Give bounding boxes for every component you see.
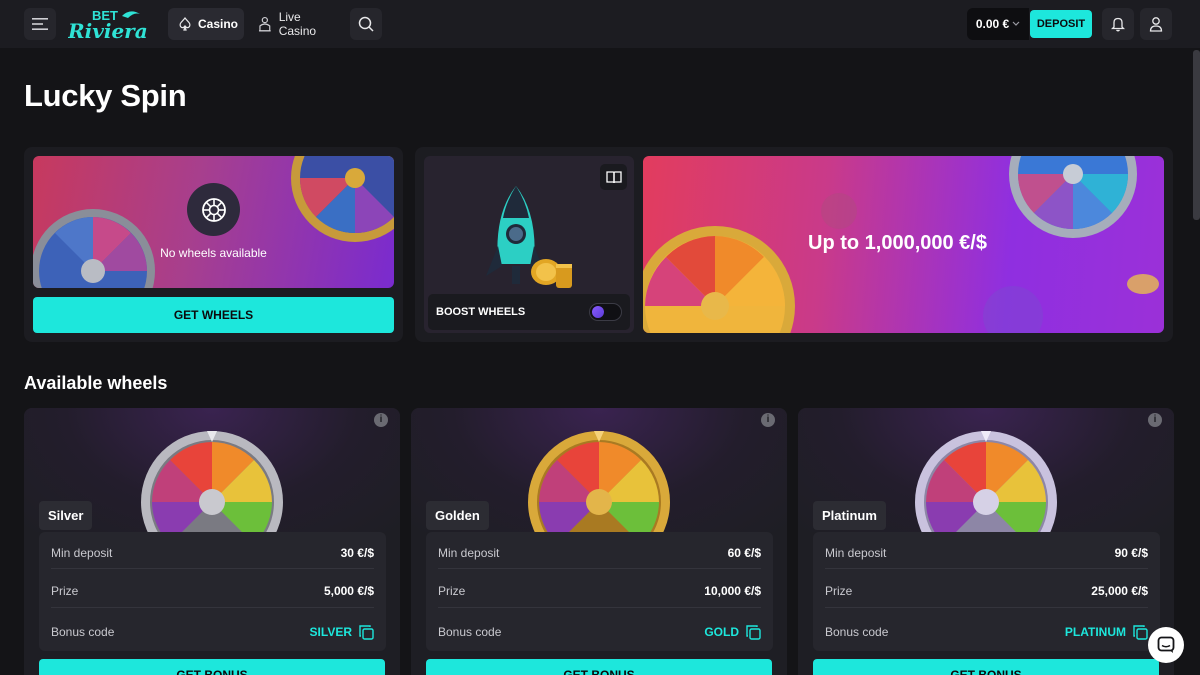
min-deposit-label: Min deposit — [438, 546, 500, 560]
betriviera-logo[interactable]: BET Riviera — [67, 6, 152, 43]
promo-headline: Up to 1,000,000 €/$ — [808, 232, 987, 254]
copy-icon — [746, 624, 761, 640]
dealer-icon — [258, 16, 271, 32]
copy-bonus-code[interactable]: PLATINUM — [1064, 624, 1148, 640]
get-bonus-button[interactable]: GET BONUS — [426, 659, 772, 675]
prize-label: Prize — [825, 584, 853, 598]
prize-value: 25,000 €/$ — [1091, 584, 1148, 598]
wheel-card-golden: i Golden Min deposit 60 €/$ Prize 10,000… — [411, 408, 787, 675]
prize-value: 5,000 €/$ — [323, 584, 374, 598]
profile-button[interactable] — [1140, 8, 1172, 40]
chat-icon — [1157, 636, 1175, 653]
tier-badge: Silver — [39, 501, 93, 530]
svg-text:Riviera: Riviera — [68, 19, 148, 42]
min-deposit-row: Min deposit 60 €/$ — [438, 543, 761, 563]
wheel-details: Min deposit 60 €/$ Prize 10,000 €/$ Bonu… — [426, 532, 773, 651]
book-icon — [605, 171, 622, 184]
min-deposit-value: 30 €/$ — [340, 546, 374, 560]
prize-row: Prize 25,000 €/$ — [825, 581, 1148, 601]
get-bonus-button[interactable]: GET BONUS — [813, 659, 1159, 675]
min-deposit-label: Min deposit — [825, 546, 887, 560]
page-scrollbar[interactable] — [1193, 50, 1200, 220]
page-title: Lucky Spin — [24, 78, 187, 113]
wheel-card-platinum: i Platinum Min deposit 90 €/$ Prize 25,0… — [798, 408, 1174, 675]
info-icon[interactable]: i — [374, 413, 388, 427]
bonus-code-label: Bonus code — [438, 625, 502, 639]
prize-label: Prize — [51, 584, 79, 598]
copy-bonus-code[interactable]: GOLD — [704, 624, 761, 640]
prize-label: Prize — [438, 584, 466, 598]
bonus-code-label: Bonus code — [825, 625, 889, 639]
tier-badge: Platinum — [813, 501, 886, 530]
spade-icon — [179, 17, 191, 31]
notifications-button[interactable] — [1102, 8, 1134, 40]
nav-live-casino-label: Live Casino — [278, 10, 317, 38]
bonus-code-row: Bonus code SILVER — [51, 622, 374, 642]
chevron-down-icon — [1012, 21, 1020, 26]
nav-casino-label: Casino — [198, 17, 239, 31]
copy-bonus-code[interactable]: SILVER — [309, 624, 374, 640]
hamburger-icon — [32, 18, 48, 30]
boost-wheels-toggle[interactable] — [589, 303, 622, 321]
available-wheels-title: Available wheels — [24, 373, 168, 393]
copy-icon — [1133, 624, 1148, 640]
platinum-wheel-image — [914, 430, 1058, 532]
copy-icon — [359, 624, 374, 640]
nav-casino[interactable]: Casino — [168, 8, 244, 40]
prize-value: 10,000 €/$ — [704, 584, 761, 598]
user-icon — [1149, 17, 1163, 32]
no-wheels-text: No wheels available — [160, 246, 267, 260]
balance-value: 0.00 € — [975, 17, 1010, 31]
wheel-icon — [201, 197, 226, 222]
tier-badge: Golden — [426, 501, 489, 530]
info-icon[interactable]: i — [761, 413, 775, 427]
search-icon — [358, 16, 374, 32]
bonus-code-label: Bonus code — [51, 625, 115, 639]
wheel-details: Min deposit 90 €/$ Prize 25,000 €/$ Bonu… — [813, 532, 1160, 651]
prize-row: Prize 10,000 €/$ — [438, 581, 761, 601]
bell-icon — [1111, 17, 1125, 32]
nav-live-casino[interactable]: Live Casino — [256, 8, 340, 40]
live-chat-button[interactable] — [1148, 627, 1184, 663]
get-wheels-button[interactable]: GET WHEELS — [33, 297, 394, 333]
wheel-icon-badge — [187, 183, 240, 236]
rules-button[interactable] — [600, 164, 627, 190]
info-icon[interactable]: i — [1148, 413, 1162, 427]
bonus-code-row: Bonus code PLATINUM — [825, 622, 1148, 642]
get-bonus-button[interactable]: GET BONUS — [39, 659, 385, 675]
min-deposit-value: 60 €/$ — [727, 546, 761, 560]
bonus-code-row: Bonus code GOLD — [438, 622, 761, 642]
bonus-code-value: SILVER — [309, 625, 352, 639]
boost-wheels-label: BOOST WHEELS — [436, 306, 526, 318]
menu-button[interactable] — [24, 8, 56, 40]
toggle-knob — [592, 306, 604, 318]
top-bar: BET Riviera Casino Live Casino 0.00 € DE… — [0, 0, 1200, 48]
search-button[interactable] — [350, 8, 382, 40]
wheel-details: Min deposit 30 €/$ Prize 5,000 €/$ Bonus… — [39, 532, 386, 651]
wheel-card-silver: i Silver Min deposit 30 €/$ Prize 5,000 … — [24, 408, 400, 675]
prize-row: Prize 5,000 €/$ — [51, 581, 374, 601]
min-deposit-value: 90 €/$ — [1114, 546, 1148, 560]
min-deposit-row: Min deposit 30 €/$ — [51, 543, 374, 563]
bonus-code-value: GOLD — [704, 625, 739, 639]
min-deposit-row: Min deposit 90 €/$ — [825, 543, 1148, 563]
balance-dropdown[interactable]: 0.00 € — [967, 8, 1029, 40]
golden-wheel-image — [527, 430, 671, 532]
min-deposit-label: Min deposit — [51, 546, 113, 560]
bonus-code-value: PLATINUM — [1064, 625, 1126, 639]
deposit-button[interactable]: DEPOSIT — [1030, 10, 1092, 38]
silver-wheel-image — [140, 430, 284, 532]
